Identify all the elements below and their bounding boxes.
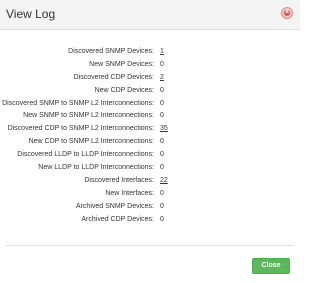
log-row-value-link[interactable]: 2 (160, 72, 164, 85)
log-row-value: 0 (160, 138, 164, 146)
log-row: New CDP to SNMP L2 Interconnections: 0 (0, 136, 300, 149)
log-row: Discovered Interfaces: 22 (0, 175, 300, 188)
log-row-label: New CDP to SNMP L2 Interconnections: (28, 138, 154, 146)
log-row-label: New CDP Devices: (94, 86, 154, 94)
log-row-label: New Interfaces: (105, 189, 154, 197)
log-row-value: 0 (160, 151, 164, 159)
log-row-label: Discovered LLDP to LLDP Interconnections… (17, 151, 154, 159)
log-row-label: Archived CDP Devices: (81, 215, 154, 223)
log-row-value-link[interactable]: 1 (160, 46, 164, 59)
log-row-label: Discovered SNMP to SNMP L2 Interconnecti… (2, 99, 154, 107)
log-row: Discovered CDP to SNMP L2 Interconnectio… (0, 123, 300, 136)
log-row-value-link[interactable]: 35 (160, 123, 168, 136)
log-row-label: New SNMP Devices: (89, 60, 154, 68)
log-row: Discovered SNMP Devices: 1 (0, 46, 300, 59)
dialog-title: View Log (6, 7, 56, 21)
log-row: New SNMP Devices: 0 (0, 59, 300, 72)
log-row-label: Discovered CDP Devices: (73, 73, 154, 81)
log-row-value: 0 (160, 99, 164, 107)
log-row: Archived CDP Devices: 0 (0, 214, 300, 227)
log-row: New LLDP to LLDP Interconnections: 0 (0, 162, 300, 175)
log-row: Discovered CDP Devices: 2 (0, 72, 300, 85)
view-log-dialog: View Log × Discovered SNMP Devices: 1 New … (0, 0, 300, 283)
log-row-value: 0 (160, 60, 164, 68)
log-row-value: 0 (160, 86, 164, 94)
log-row-label: New LLDP to LLDP Interconnections: (38, 164, 154, 172)
log-row-value: 0 (160, 112, 164, 120)
log-row-value: 0 (160, 215, 164, 223)
log-row-label: New SNMP to SNMP L2 Interconnections: (23, 112, 154, 120)
log-row: New Interfaces: 0 (0, 188, 300, 201)
log-row: Discovered LLDP to LLDP Interconnections… (0, 149, 300, 162)
log-row-value-link[interactable]: 22 (160, 175, 168, 188)
log-row: Archived SNMP Devices: 0 (0, 201, 300, 214)
close-button[interactable]: Close (252, 258, 290, 274)
dialog-header: View Log × (0, 0, 300, 30)
footer-divider (6, 245, 294, 246)
log-row: Discovered SNMP to SNMP L2 Interconnecti… (0, 98, 300, 111)
log-row-label: Discovered SNMP Devices: (68, 48, 154, 55)
log-row-label: Discovered Interfaces: (84, 176, 154, 184)
log-row-label: Discovered CDP to SNMP L2 Interconnectio… (7, 125, 154, 133)
close-x-icon[interactable]: × (281, 7, 293, 19)
log-row: New SNMP to SNMP L2 Interconnections: 0 (0, 110, 300, 123)
log-row: New CDP Devices: 0 (0, 85, 300, 98)
log-row-value: 0 (160, 164, 164, 172)
log-row-value: 0 (160, 189, 164, 197)
log-list: Discovered SNMP Devices: 1 New SNMP Device… (0, 46, 300, 226)
log-row-value: 0 (160, 202, 164, 210)
log-row-label: Archived SNMP Devices: (75, 202, 154, 210)
